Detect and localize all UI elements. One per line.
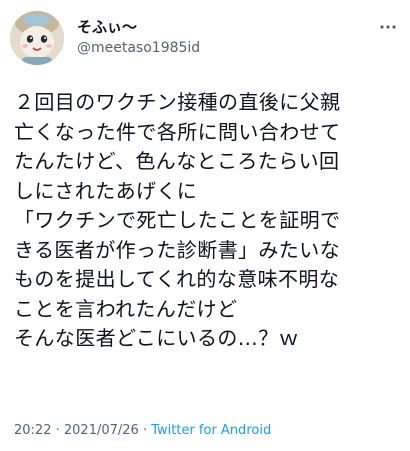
user-info[interactable]: そふぃ〜 @meetaso1985id [77,17,357,57]
tweet-text: ２回目のワクチン接種の直後に父親 亡くなった件で各所に問い合わせて たんたけど、… [14,88,402,354]
display-name[interactable]: そふぃ〜 [77,17,357,37]
tweet-source-link[interactable]: Twitter for Android [151,423,271,438]
tweet-text-line: ことを言われたんだけど [14,296,238,321]
tweet-text-line: 「ワクチンで死亡したことを証明で [14,208,341,232]
more-options-icon[interactable] [378,22,398,32]
tweet-text-line: 亡くなった件で各所に問い合わせて [14,119,341,144]
doll-avatar-icon[interactable] [10,11,64,65]
meta-separator: · [138,423,152,438]
meta-separator: · [51,423,64,438]
tweet-text-line: しにされたあげくに [14,178,198,203]
tweet-card: そふぃ〜 @meetaso1985id ２回目のワクチン接種の直後に父親 亡くな… [0,0,410,451]
tweet-date[interactable]: 2021/07/26 [64,423,139,438]
tweet-text-line: ２回目のワクチン接種の直後に父親 [14,90,341,114]
tweet-text-line: たんたけど、色んなところたらい回 [14,149,340,173]
tweet-text-line: ものを提出してくれ的な意味不明な [14,267,340,291]
tweet-time[interactable]: 20:22 [14,423,51,438]
tweet-text-line: そんな医者どこにいるの…？ｗ [14,326,299,350]
tweet-text-line: きる医者が作った診断書」みたいな [14,237,340,262]
tweet-metadata: 20:22 · 2021/07/26 · Twitter for Android [14,422,271,440]
user-handle[interactable]: @meetaso1985id [77,39,357,57]
